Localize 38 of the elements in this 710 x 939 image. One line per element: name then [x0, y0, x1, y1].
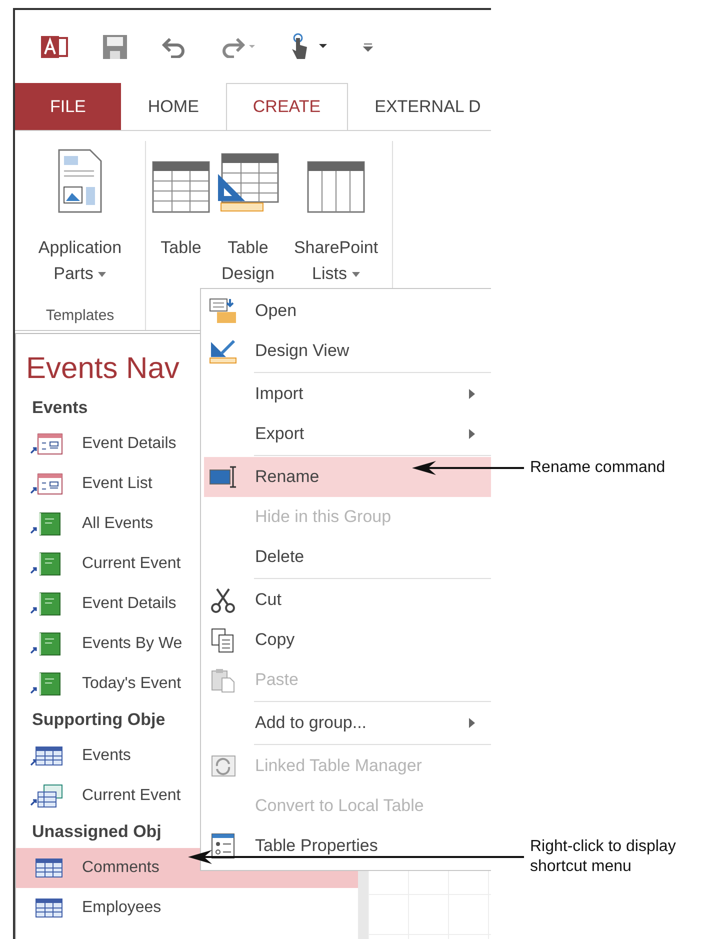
- callout-text: Rename command: [530, 458, 666, 478]
- rename-icon: [209, 464, 237, 490]
- properties-icon: [209, 832, 237, 860]
- menu-item[interactable]: Rename: [204, 457, 491, 497]
- ribbon-button[interactable]: Application Parts: [21, 141, 139, 307]
- table-design-icon: [217, 153, 279, 213]
- customize-toolbar-icon[interactable]: [362, 40, 374, 52]
- redo-icon[interactable]: [220, 36, 256, 58]
- menu-item[interactable]: Add to group...: [204, 703, 491, 743]
- undo-icon[interactable]: [161, 36, 187, 58]
- paste-icon: [209, 667, 237, 693]
- open-icon: [209, 298, 237, 324]
- dropdown-caret-icon: [98, 272, 106, 278]
- submenu-arrow-icon: [469, 718, 475, 728]
- menu-item[interactable]: Export: [204, 414, 491, 454]
- menu-item[interactable]: Import: [204, 374, 491, 414]
- dropdown-caret-icon: [352, 272, 360, 278]
- nav-item[interactable]: Employees: [16, 888, 358, 928]
- list-grid-icon: [307, 161, 365, 213]
- ribbon-tab[interactable]: CREATE: [226, 83, 348, 130]
- menu-item[interactable]: Delete: [204, 537, 491, 577]
- linked-table-icon: [209, 753, 237, 779]
- design-view-icon: [209, 338, 237, 364]
- menu-item[interactable]: Cut: [204, 580, 491, 620]
- nav-pane-title: Events Nav: [25, 352, 180, 387]
- callout-text: Right-click to display shortcut menu: [530, 837, 677, 877]
- app-logo-icon[interactable]: [41, 34, 69, 60]
- touch-mode-icon[interactable]: [289, 32, 329, 60]
- file-tab[interactable]: FILE: [15, 83, 121, 130]
- table-grid-icon: [152, 161, 210, 213]
- document-picture-icon: [58, 149, 102, 213]
- group-label: Templates: [44, 307, 116, 326]
- save-icon[interactable]: [102, 34, 128, 60]
- submenu-arrow-icon: [469, 429, 475, 439]
- submenu-arrow-icon: [469, 389, 475, 399]
- scissors-icon: [209, 587, 237, 613]
- menu-item[interactable]: Design View: [204, 331, 491, 371]
- menu-item[interactable]: Copy: [204, 620, 491, 660]
